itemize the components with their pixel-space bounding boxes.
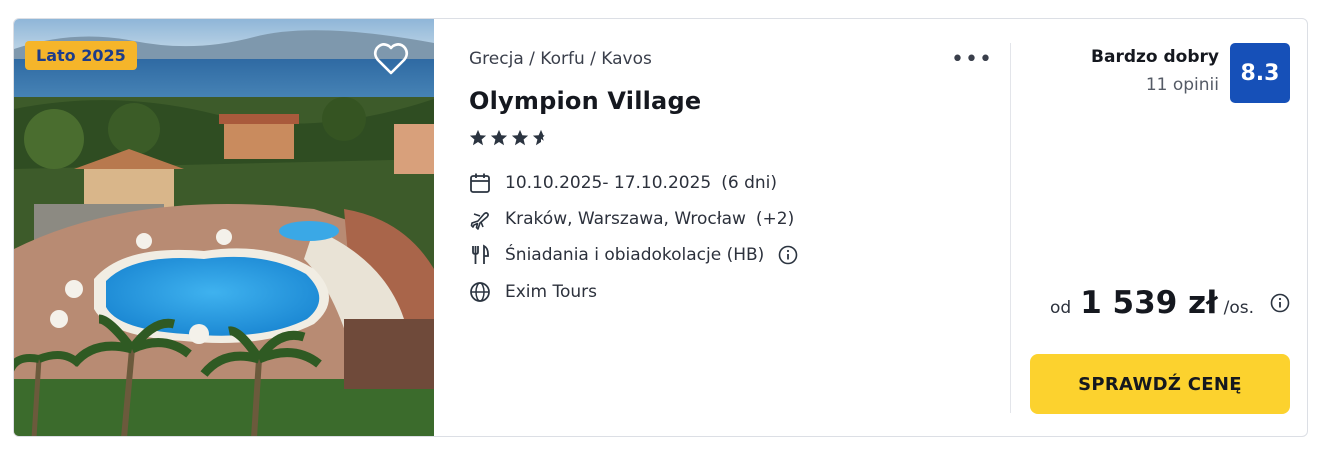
calendar-icon	[469, 172, 491, 194]
dates-text: 10.10.2025- 17.10.2025	[505, 173, 712, 193]
star-rating	[469, 129, 550, 147]
plane-icon	[469, 208, 491, 230]
duration-text: (6 dni)	[721, 173, 777, 193]
price-suffix: /os.	[1223, 298, 1254, 318]
meal-icon	[469, 244, 491, 266]
info-icon[interactable]	[778, 245, 798, 265]
star-icon	[490, 129, 508, 146]
price-row: od 1 539 zł /os.	[1050, 285, 1290, 321]
departure-row: Kraków, Warszawa, Wrocław (+2)	[469, 208, 794, 230]
reviews-count[interactable]: 11 opinii	[1146, 75, 1219, 95]
globe-icon	[469, 281, 491, 303]
star-icon	[469, 129, 487, 146]
rating-label: Bardzo dobry	[1091, 47, 1219, 67]
departure-more[interactable]: (+2)	[756, 209, 794, 229]
price-amount: 1 539 zł	[1080, 285, 1218, 321]
price-panel: Bardzo dobry 11 opinii 8.3 od 1 539 zł /…	[1011, 19, 1307, 436]
operator-row: Exim Tours	[469, 281, 597, 303]
heart-icon[interactable]	[372, 41, 410, 77]
dates-row: 10.10.2025- 17.10.2025 (6 dni)	[469, 172, 777, 194]
breadcrumb[interactable]: Grecja / Korfu / Kavos	[469, 49, 652, 69]
info-icon[interactable]	[1270, 293, 1290, 313]
hotel-photo-illustration	[14, 19, 434, 436]
season-badge: Lato 2025	[25, 41, 137, 70]
offer-card[interactable]: Lato 2025 Grecja / Korfu / Kavos ••• Oly…	[13, 18, 1308, 437]
rating-score-badge: 8.3	[1230, 43, 1290, 103]
more-icon[interactable]: •••	[951, 47, 993, 72]
offer-info: Grecja / Korfu / Kavos ••• Olympion Vill…	[469, 19, 1009, 436]
hotel-photo[interactable]: Lato 2025	[14, 19, 434, 436]
check-price-button[interactable]: SPRAWDŹ CENĘ	[1030, 354, 1290, 414]
price-prefix: od	[1049, 298, 1072, 318]
board-text: Śniadania i obiadokolacje (HB)	[505, 245, 765, 265]
half-star-icon	[532, 129, 545, 146]
star-icon	[511, 129, 529, 146]
board-row: Śniadania i obiadokolacje (HB)	[469, 244, 798, 266]
operator-text: Exim Tours	[505, 282, 598, 302]
hotel-name[interactable]: Olympion Village	[469, 87, 701, 115]
departure-cities: Kraków, Warszawa, Wrocław	[505, 209, 746, 229]
